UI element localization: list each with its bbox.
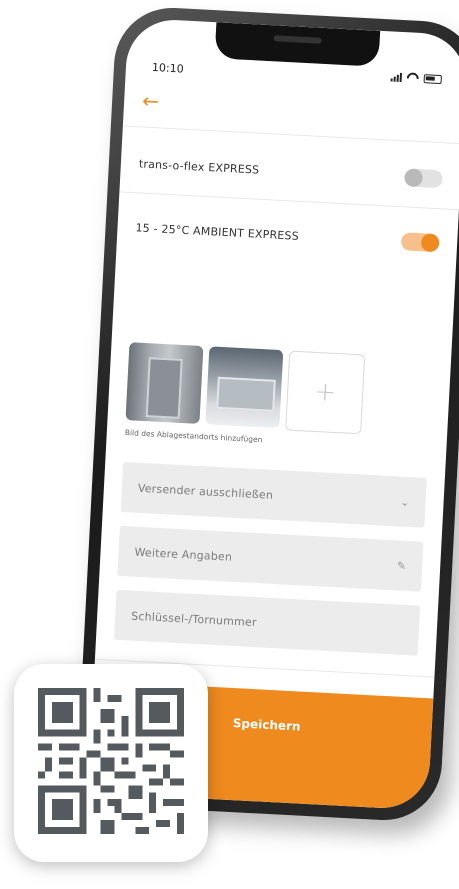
wifi-icon <box>407 72 420 83</box>
field-label: Weitere Angaben <box>134 545 233 564</box>
service-row-ambient: 15 - 25°C AMBIENT EXPRESS <box>135 218 440 253</box>
key-number-field[interactable]: Schlüssel-/Tornummer <box>113 589 421 656</box>
photo-gallery: + <box>125 342 366 435</box>
status-icons <box>390 71 442 84</box>
status-time: 10:10 <box>151 60 184 76</box>
service-label: 15 - 25°C AMBIENT EXPRESS <box>135 220 300 243</box>
phone-notch <box>214 22 381 67</box>
location-photo[interactable] <box>205 346 284 429</box>
chevron-down-icon: ⌄ <box>400 495 410 509</box>
qr-code <box>38 688 184 834</box>
field-label: Versender ausschließen <box>137 481 274 502</box>
arrow-left-icon[interactable]: ← <box>142 88 160 113</box>
speaker-grille <box>273 35 322 44</box>
more-info-field[interactable]: Weitere Angaben ✎ <box>117 525 424 592</box>
field-label: Schlüssel-/Tornummer <box>130 609 257 629</box>
row-divider <box>119 191 459 211</box>
signal-icon <box>390 71 403 83</box>
photo-detail <box>145 357 183 419</box>
qr-code-card <box>14 664 208 862</box>
photo-caption: Bild des Ablagestandorts hinzufügen <box>124 428 263 445</box>
add-photo-button[interactable]: + <box>285 350 366 435</box>
service-label: trans-o-flex EXPRESS <box>138 156 260 177</box>
service-toggle[interactable] <box>400 232 440 253</box>
toggle-knob <box>404 168 424 188</box>
save-button-label: Speichern <box>232 716 301 734</box>
pencil-icon: ✎ <box>396 558 407 573</box>
service-row-transoflex: trans-o-flex EXPRESS <box>138 154 443 189</box>
photo-detail <box>216 376 276 412</box>
service-toggle[interactable] <box>404 168 443 189</box>
header-divider <box>122 125 459 145</box>
toggle-knob <box>420 233 440 253</box>
battery-icon <box>423 73 442 84</box>
sender-exclude-select[interactable]: Versender ausschließen ⌄ <box>120 461 427 528</box>
location-photo[interactable] <box>125 342 204 424</box>
